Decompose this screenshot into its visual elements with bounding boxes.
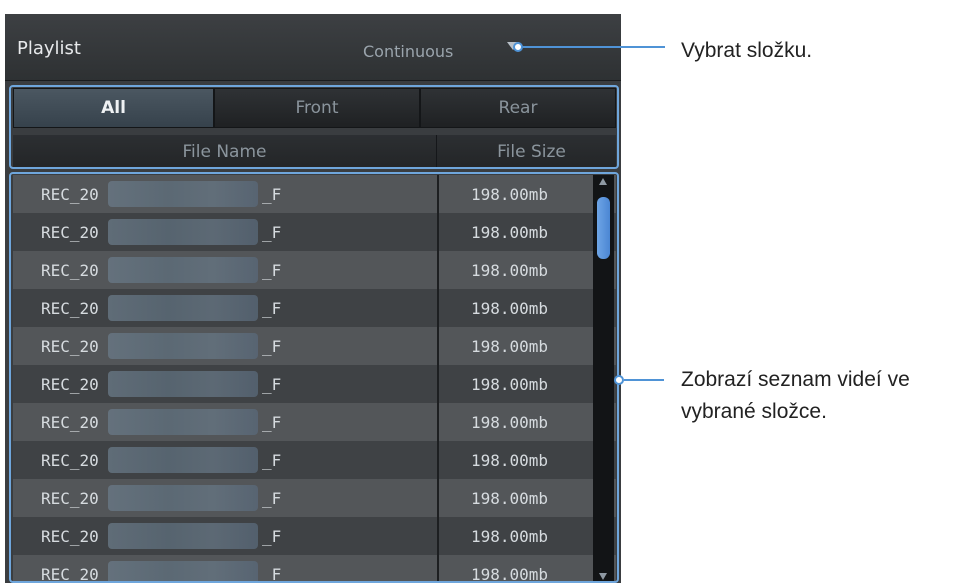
tab-rear[interactable]: Rear [420,88,616,128]
file-name-prefix: REC_20 [41,298,99,318]
table-row[interactable]: REC_20 _F 198.00mb [13,213,616,251]
file-name-suffix: _F [262,374,282,394]
file-name-suffix: _F [262,526,282,546]
column-file-size[interactable]: File Size [437,135,616,169]
playback-mode-dropdown[interactable]: Continuous [363,42,453,61]
file-name-prefix: REC_20 [41,488,99,508]
file-name-redacted [108,219,258,245]
table-row[interactable]: REC_20 _F 198.00mb [13,365,616,403]
file-size: 198.00mb [471,488,549,508]
file-size: 198.00mb [471,450,549,470]
column-divider [437,517,439,555]
file-name-prefix: REC_20 [41,222,99,242]
file-name-suffix: _F [262,564,282,583]
column-divider [437,251,439,289]
callout-folder: Vybrat složku. [681,39,813,62]
scrollbar[interactable] [593,175,614,583]
column-divider [437,441,439,479]
tab-all[interactable]: All [13,88,214,128]
file-list: REC_20 _F 198.00mb REC_20 _F 198.00mb REC_20 _F… [13,175,616,583]
file-name-redacted [108,409,258,435]
column-divider [437,365,439,403]
file-name-redacted [108,295,258,321]
file-name-redacted [108,333,258,359]
scrollbar-thumb[interactable] [597,197,610,259]
file-size: 198.00mb [471,526,549,546]
file-name-suffix: _F [262,336,282,356]
table-row[interactable]: REC_20 _F 198.00mb [13,251,616,289]
file-name-prefix: REC_20 [41,450,99,470]
file-name-redacted [108,371,258,397]
column-divider [437,175,439,213]
table-row[interactable]: REC_20 _F 198.00mb [13,289,616,327]
callout-line-list [624,379,664,381]
file-name-prefix: REC_20 [41,336,99,356]
file-name-suffix: _F [262,488,282,508]
table-row[interactable]: REC_20 _F 198.00mb [13,555,616,583]
file-name-redacted [108,561,258,583]
table-row[interactable]: REC_20 _F 198.00mb [13,479,616,517]
file-name-suffix: _F [262,260,282,280]
file-name-prefix: REC_20 [41,374,99,394]
column-divider [437,327,439,365]
column-file-name[interactable]: File Name [13,135,437,169]
file-size: 198.00mb [471,412,549,432]
file-name-prefix: REC_20 [41,564,99,583]
playlist-panel: Playlist Continuous All Front Rear File … [5,14,621,583]
callout-line-folder [523,46,665,48]
file-size: 198.00mb [471,298,549,318]
file-name-suffix: _F [262,222,282,242]
column-divider [437,555,439,583]
table-row[interactable]: REC_20 _F 198.00mb [13,441,616,479]
file-name-redacted [108,447,258,473]
file-name-redacted [108,181,258,207]
callout-dot-list [614,375,624,385]
tab-front[interactable]: Front [214,88,420,128]
callout-dot-folder [513,42,523,52]
scroll-down-icon[interactable] [599,573,607,580]
file-size: 198.00mb [471,222,549,242]
callout-list-line1: Zobrazí seznam videí ve [681,368,910,391]
file-name-suffix: _F [262,450,282,470]
file-name-suffix: _F [262,412,282,432]
callout-list-line2: vybrané složce. [681,400,827,423]
column-headers: File Name File Size [13,135,616,169]
table-row[interactable]: REC_20 _F 198.00mb [13,327,616,365]
file-size: 198.00mb [471,184,549,204]
file-name-redacted [108,257,258,283]
file-size: 198.00mb [471,374,549,394]
file-name-redacted [108,485,258,511]
table-row[interactable]: REC_20 _F 198.00mb [13,403,616,441]
playlist-title: Playlist [17,38,81,59]
column-divider [437,289,439,327]
file-name-prefix: REC_20 [41,260,99,280]
file-size: 198.00mb [471,260,549,280]
folder-tabs: All Front Rear [13,88,616,128]
file-name-prefix: REC_20 [41,184,99,204]
table-row[interactable]: REC_20 _F 198.00mb [13,517,616,555]
file-size: 198.00mb [471,336,549,356]
file-name-prefix: REC_20 [41,412,99,432]
file-name-prefix: REC_20 [41,526,99,546]
file-name-suffix: _F [262,184,282,204]
column-divider [437,403,439,441]
file-size: 198.00mb [471,564,549,583]
scroll-up-icon[interactable] [599,178,607,185]
file-name-redacted [108,523,258,549]
file-name-suffix: _F [262,298,282,318]
column-divider [437,213,439,251]
table-row[interactable]: REC_20 _F 198.00mb [13,175,616,213]
column-divider [437,479,439,517]
